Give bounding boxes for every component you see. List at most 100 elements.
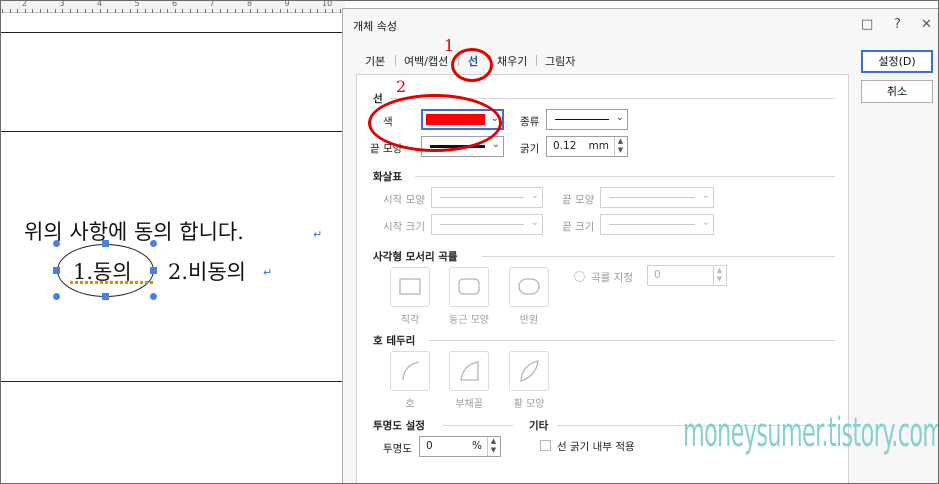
resize-handle-bottom-left[interactable] <box>53 293 60 300</box>
section-arc-header: 호 테두리 <box>373 335 416 347</box>
rounded-corner-icon <box>458 278 480 295</box>
ruler-tick <box>339 9 341 13</box>
corner-rounded-button[interactable] <box>449 267 489 307</box>
thickness-value: 0.12 <box>553 140 577 152</box>
arrow-end-size-select[interactable]: ⌄ <box>600 214 714 235</box>
inner-thickness-checkbox[interactable] <box>540 440 551 451</box>
annotation-circle-color <box>368 94 502 152</box>
resize-handle-left[interactable] <box>53 267 60 274</box>
ruler-number: 3 <box>59 0 65 8</box>
arrow-start-shape-select[interactable]: ⌄ <box>431 187 543 208</box>
ruler-number: 10 <box>322 0 333 8</box>
stepper-arrows-icon[interactable]: ▲ ▼ <box>487 437 499 456</box>
resize-handle-bottom[interactable] <box>102 293 109 300</box>
resize-handle-right[interactable] <box>150 267 157 274</box>
resize-handle-top[interactable] <box>102 240 109 247</box>
ruler-number: 6 <box>172 0 178 8</box>
paragraph-mark-icon: ↵ <box>263 266 273 279</box>
paragraph-mark-icon: ↵ <box>313 228 323 241</box>
ok-button[interactable]: 설정(D) <box>861 50 933 73</box>
option-disagree-text[interactable]: 2.비동의 <box>168 256 246 286</box>
ruler-tick <box>9 9 11 13</box>
tab-fill[interactable]: 채우기 <box>497 53 527 69</box>
arrow-end-size-label: 끝 크기 <box>562 221 595 233</box>
curvature-radio[interactable] <box>574 271 585 282</box>
ruler-tick <box>69 9 71 13</box>
tab-margin-caption[interactable]: 여백/캡션 <box>404 53 448 69</box>
ruler-tick <box>287 9 288 13</box>
ruler-tick <box>2 9 3 13</box>
tab-basic[interactable]: 기본 <box>365 53 385 69</box>
bow-icon <box>520 360 539 382</box>
ruler-tick <box>174 9 176 13</box>
chevron-down-icon: ⌄ <box>701 217 710 228</box>
option-agree-text[interactable]: 1.동의 <box>73 256 132 286</box>
stepper-arrows-icon[interactable]: ▲ ▼ <box>713 266 725 285</box>
curvature-spinner[interactable]: 0 ▲ ▼ <box>647 265 727 286</box>
table-border-top <box>0 32 345 33</box>
resize-handle-top-left[interactable] <box>53 240 60 247</box>
sector-button[interactable] <box>449 351 489 391</box>
section-divider <box>482 256 835 257</box>
ruler-tick <box>24 9 26 13</box>
ruler-tick <box>264 9 266 13</box>
help-icon[interactable]: ? <box>894 17 901 32</box>
line-type-select[interactable]: ⌄ <box>546 109 628 130</box>
comment-icon[interactable]: □ <box>861 17 873 32</box>
ruler-tick <box>129 9 131 13</box>
stepper-arrows-icon[interactable]: ▲ ▼ <box>614 137 626 156</box>
ruler-tick <box>309 9 311 13</box>
section-arrow-header: 화살표 <box>373 171 402 183</box>
curvature-value: 0 <box>654 269 661 281</box>
ruler-tick <box>242 9 243 13</box>
line-thickness-spinner[interactable]: 0.12 mm ▲ ▼ <box>546 136 628 157</box>
chevron-down-icon: ⌄ <box>615 112 624 123</box>
resize-handle-top-right[interactable] <box>150 240 157 247</box>
ruler-tick <box>279 9 281 13</box>
ruler-tick <box>182 9 183 13</box>
ruler-tick <box>204 9 206 13</box>
transparency-unit: % <box>472 440 482 452</box>
dialog-title: 개체 속성 <box>353 20 397 33</box>
arc-button[interactable] <box>390 351 430 391</box>
ruler-tick <box>39 9 41 13</box>
watermark-text: moneysumer.tistory.com <box>683 410 939 456</box>
ruler-tick <box>317 9 318 13</box>
close-icon[interactable]: ✕ <box>921 17 932 32</box>
transparency-value: 0 <box>426 440 433 452</box>
section-transparency-header: 투명도 설정 <box>373 420 425 432</box>
ruler-tick <box>114 9 116 13</box>
document-canvas: 2 3 4 5 6 7 8 9 10 위의 사항에 동의 합니다. ↵ 1.동의 2.비동의 ↵ <box>0 0 345 484</box>
sector-label: 부채꼴 <box>455 399 483 410</box>
ruler-number: 4 <box>97 0 103 8</box>
section-divider <box>429 340 835 341</box>
transparency-spinner[interactable]: 0 % ▲ ▼ <box>419 436 501 457</box>
ruler-number: 2 <box>22 0 28 8</box>
cancel-button[interactable]: 취소 <box>861 80 933 103</box>
horizontal-ruler: 2 3 4 5 6 7 8 9 10 <box>0 0 345 13</box>
ruler-tick <box>107 9 108 13</box>
ruler-number: 9 <box>284 0 290 8</box>
corner-square-button[interactable] <box>390 267 430 307</box>
corner-rounded-label: 둥근 모양 <box>449 315 489 326</box>
ruler-tick <box>47 9 48 13</box>
ruler-tick <box>212 9 213 13</box>
bow-button[interactable] <box>509 351 549 391</box>
arc-icon <box>402 361 420 381</box>
ruler-tick <box>234 9 236 13</box>
ruler-tick <box>17 9 18 13</box>
ruler-tick <box>324 9 326 13</box>
inner-thickness-label: 선 굵기 내부 적용 <box>557 441 635 453</box>
table-border-middle <box>0 131 345 132</box>
resize-handle-bottom-right[interactable] <box>150 293 157 300</box>
ruler-tick <box>272 9 273 13</box>
ruler-tick <box>92 9 93 13</box>
arrow-start-size-select[interactable]: ⌄ <box>431 214 543 235</box>
arrow-end-shape-label: 끝 모양 <box>562 194 595 206</box>
tab-shadow[interactable]: 그림자 <box>545 53 575 69</box>
ruler-tick <box>62 9 63 13</box>
ruler-tick <box>54 9 56 13</box>
arrow-end-shape-select[interactable]: ⌄ <box>600 187 714 208</box>
ruler-number: 7 <box>209 0 215 8</box>
corner-semicircle-button[interactable] <box>509 267 549 307</box>
